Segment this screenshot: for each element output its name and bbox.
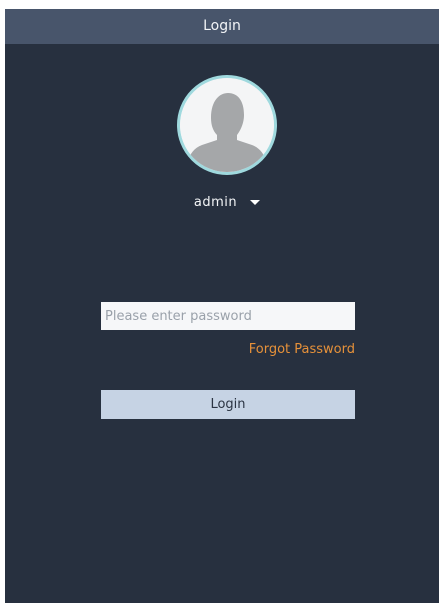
user-dropdown[interactable]: admin — [155, 191, 299, 213]
login-button[interactable]: Login — [101, 390, 355, 419]
user-avatar — [177, 75, 277, 175]
caret-down-icon[interactable] — [250, 199, 261, 205]
username-label: admin — [193, 194, 238, 210]
dialog-title: Login — [5, 9, 439, 44]
forgot-password-link[interactable]: Forgot Password — [249, 342, 355, 357]
password-input[interactable] — [101, 302, 355, 330]
user-silhouette-icon — [180, 78, 274, 172]
login-dialog: Login admin Forgot Password Login — [5, 9, 439, 603]
